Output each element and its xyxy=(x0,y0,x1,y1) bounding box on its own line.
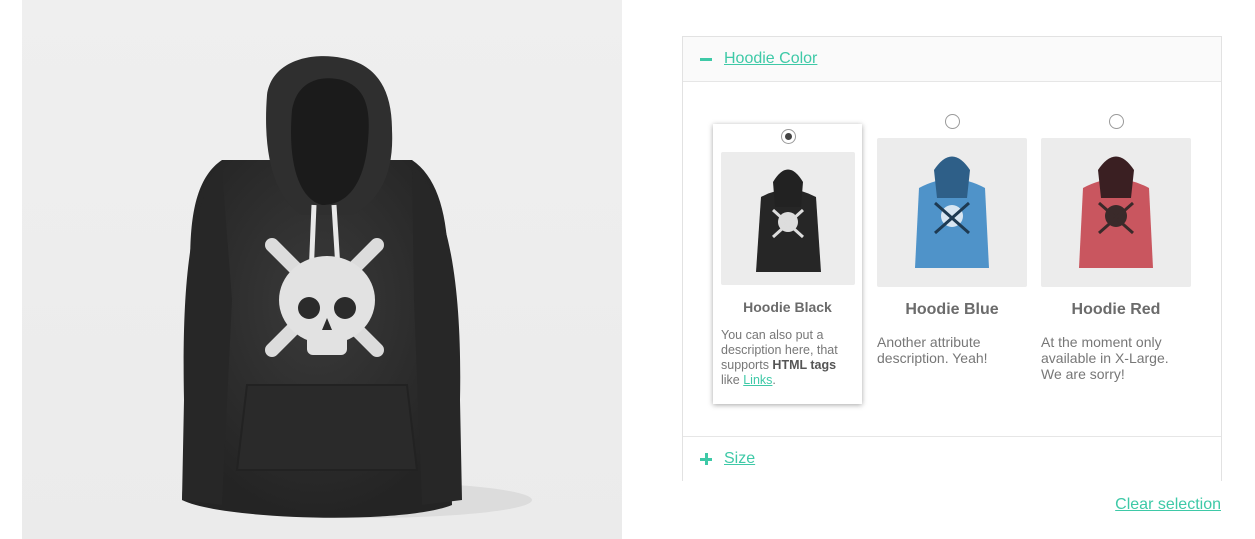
swatch-desc-blue: Another attribute description. Yeah! xyxy=(877,334,988,366)
description-link[interactable]: Links xyxy=(743,373,772,387)
swatch-name-red: Hoodie Red xyxy=(1071,301,1161,318)
swatch-desc-black: You can also put a description here, tha… xyxy=(721,328,838,387)
swatch-radio-red[interactable] xyxy=(1109,114,1124,129)
plus-icon[interactable] xyxy=(700,453,712,465)
hoodie-red-thumb-icon xyxy=(1079,156,1153,268)
hoodie-color-title[interactable]: Hoodie Color xyxy=(724,50,817,68)
swatch-hoodie-blue[interactable]: Hoodie Blue Another attribute descriptio… xyxy=(877,112,1027,412)
clear-selection-link[interactable]: Clear selection xyxy=(1115,496,1221,514)
hoodie-black-thumb-icon xyxy=(756,169,821,272)
swatch-name-blue: Hoodie Blue xyxy=(905,301,999,318)
swatch-thumb-blue[interactable] xyxy=(877,138,1027,287)
minus-icon[interactable] xyxy=(700,53,712,65)
hoodie-color-header[interactable]: Hoodie Color xyxy=(683,37,1221,82)
swatch-radio-blue[interactable] xyxy=(945,114,960,129)
swatch-thumb-black[interactable] xyxy=(721,152,855,285)
size-header[interactable]: Size xyxy=(683,436,1221,481)
size-title[interactable]: Size xyxy=(724,450,755,468)
swatch-hoodie-red[interactable]: Hoodie Red At the moment only available … xyxy=(1041,112,1191,412)
swatch-name-black: Hoodie Black xyxy=(743,299,832,315)
swatch-desc-red: At the moment only available in X-Large.… xyxy=(1041,334,1169,382)
swatch-hoodie-black[interactable]: Hoodie Black You can also put a descript… xyxy=(713,124,862,404)
product-image xyxy=(22,0,622,539)
attribute-accordion: Hoodie Color Hoodie Black You can also p… xyxy=(682,36,1222,481)
swatch-thumb-red[interactable] xyxy=(1041,138,1191,287)
hoodie-black-icon xyxy=(182,56,532,518)
swatch-radio-black[interactable] xyxy=(781,129,796,144)
hoodie-blue-thumb-icon xyxy=(915,156,989,268)
